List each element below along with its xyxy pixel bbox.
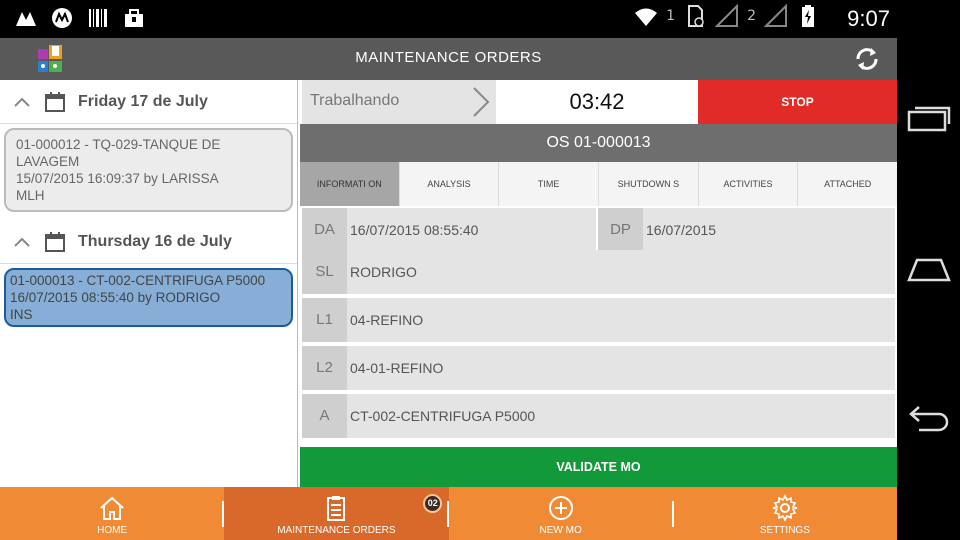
timer-row: Trabalhando 03:42 STOP — [300, 80, 897, 124]
order-card-selected[interactable]: 01-000013 - CT-002-CENTRIFUGA P5000 16/0… — [4, 268, 293, 327]
nav-home[interactable]: HOME — [0, 487, 224, 540]
date-group-label: Thursday 16 de July — [78, 232, 232, 250]
recent-apps-icon[interactable] — [907, 104, 951, 134]
order-card-type: INS — [10, 307, 33, 322]
sim2-label: 2 — [747, 8, 756, 24]
nav-maintenance-orders[interactable]: MAINTENANCE ORDERS 02 — [224, 487, 449, 540]
app-titlebar: MAINTENANCE ORDERS — [0, 38, 897, 80]
field-key-l2: L2 — [302, 346, 347, 390]
field-value-dp: 16/07/2015 — [646, 222, 717, 238]
field-key-a: A — [302, 394, 347, 438]
field-value-da: 16/07/2015 08:55:40 — [350, 222, 479, 238]
detail-tabs: INFORMATI ON ANALYSIS TIME SHUTDOWN S AC… — [300, 162, 897, 206]
status-clock: 9:07 — [847, 6, 890, 31]
work-status[interactable]: Trabalhando — [302, 80, 496, 124]
order-card[interactable]: 01-000012 - TQ-029-TANQUE DE LAVAGEM 15/… — [4, 128, 293, 212]
chevron-right-icon — [473, 87, 490, 117]
tab-activities[interactable]: ACTIVITIES — [699, 162, 799, 206]
home-icon — [100, 496, 124, 520]
status-bar: 1 2 9:07 — [0, 0, 960, 38]
refresh-icon[interactable] — [852, 44, 882, 74]
battery-icon — [802, 5, 814, 27]
chevron-up-icon[interactable] — [12, 95, 32, 109]
order-card-timestamp: 16/07/2015 08:55:40 by RODRIGO — [10, 290, 221, 305]
signal-icon — [715, 4, 739, 27]
nav-home-label: HOME — [97, 525, 128, 536]
order-number-header: OS 01-000013 — [300, 124, 897, 162]
field-key-dp: DP — [598, 208, 643, 252]
bag-icon — [125, 9, 143, 27]
date-group-header[interactable]: Thursday 16 de July — [0, 220, 297, 264]
tab-attached[interactable]: ATTACHED — [798, 162, 897, 206]
work-status-label: Trabalhando — [310, 92, 400, 109]
field-row-sl: SL RODRIGO — [302, 250, 895, 294]
nav-settings[interactable]: SETTINGS — [673, 487, 897, 540]
plus-circle-icon — [548, 496, 573, 520]
date-group-header[interactable]: Friday 17 de July — [0, 80, 297, 124]
order-card-type: MLH — [16, 188, 45, 203]
nav-orders-label: MAINTENANCE ORDERS — [277, 525, 396, 536]
system-navigation — [897, 38, 960, 540]
notification-icon — [16, 12, 36, 26]
nav-divider — [672, 501, 674, 527]
gear-icon — [772, 494, 798, 522]
elapsed-timer: 03:42 — [569, 89, 625, 114]
nav-settings-label: SETTINGS — [759, 525, 810, 536]
nav-divider — [447, 501, 449, 527]
field-key-da: DA — [302, 208, 347, 252]
sim1-label: 1 — [666, 8, 676, 24]
signal-icon — [764, 4, 787, 27]
calendar-icon — [45, 231, 65, 252]
back-icon[interactable] — [907, 404, 951, 434]
date-group-label: Friday 17 de July — [78, 92, 208, 110]
validate-mo-button[interactable]: VALIDATE MO — [300, 447, 897, 487]
field-value-l2: 04-01-REFINO — [350, 360, 444, 376]
field-dp: DP 16/07/2015 — [598, 208, 895, 252]
field-value-sl: RODRIGO — [350, 264, 417, 280]
field-key-sl: SL — [302, 250, 347, 294]
field-row-l2: L2 04-01-REFINO — [302, 346, 895, 390]
home-nav-icon[interactable] — [907, 254, 951, 284]
tab-shutdowns[interactable]: SHUTDOWN S — [599, 162, 699, 206]
nav-divider — [222, 501, 224, 527]
bottom-navigation: HOME MAINTENANCE ORDERS 02 NEW MO SETTIN… — [0, 487, 897, 540]
order-card-title: 01-000013 - CT-002-CENTRIFUGA P5000 — [10, 273, 266, 288]
motorola-icon — [52, 8, 72, 28]
wifi-icon — [635, 8, 658, 26]
order-card-timestamp: 15/07/2015 16:09:37 by LARISSA — [16, 171, 219, 186]
chevron-up-icon[interactable] — [12, 235, 32, 249]
status-notifications — [14, 6, 146, 30]
clipboard-icon — [327, 496, 346, 521]
device-screen: 1 2 9:07 MAINTENANCE ORDERS Friday 17 de… — [0, 0, 960, 540]
tab-time[interactable]: TIME — [499, 162, 600, 206]
order-detail: Trabalhando 03:42 STOP OS 01-000013 INFO… — [300, 80, 897, 487]
tab-analysis[interactable]: ANALYSIS — [400, 162, 500, 206]
field-value-l1: 04-REFINO — [350, 312, 424, 328]
nav-new-mo[interactable]: NEW MO — [449, 487, 673, 540]
nav-new-mo-label: NEW MO — [539, 525, 582, 536]
tab-information[interactable]: INFORMATI ON — [300, 162, 400, 206]
page-title: MAINTENANCE ORDERS — [355, 49, 542, 66]
orders-list: Friday 17 de July 01-000012 - TQ-029-TAN… — [0, 80, 298, 487]
barcode-icon — [89, 9, 107, 27]
status-indicators: 1 2 — [634, 4, 820, 28]
field-da: DA 16/07/2015 08:55:40 — [302, 208, 596, 252]
field-key-l1: L1 — [302, 298, 347, 342]
calendar-icon — [45, 91, 65, 112]
field-row-a: A CT-002-CENTRIFUGA P5000 — [302, 394, 895, 438]
sim-card-icon — [688, 5, 704, 27]
field-value-a: CT-002-CENTRIFUGA P5000 — [350, 408, 536, 424]
orders-count-badge: 02 — [423, 494, 443, 513]
field-row-dates: DA 16/07/2015 08:55:40 DP 16/07/2015 — [302, 208, 895, 252]
order-card-title: 01-000012 - TQ-029-TANQUE DE LAVAGEM — [16, 137, 221, 169]
field-row-l1: L1 04-REFINO — [302, 298, 895, 342]
stop-button[interactable]: STOP — [698, 80, 897, 124]
app-window: MAINTENANCE ORDERS Friday 17 de July 01-… — [0, 38, 897, 540]
